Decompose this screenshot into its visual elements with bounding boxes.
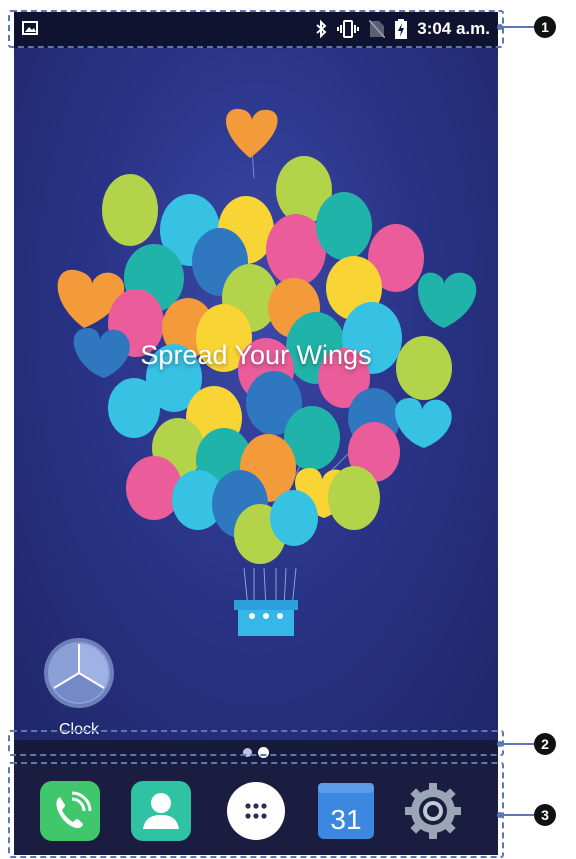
callout-number-3: 3 bbox=[534, 804, 556, 826]
callout-frame-dock bbox=[8, 762, 504, 858]
callout-number-2: 2 bbox=[534, 733, 556, 755]
clock-widget[interactable]: Clock bbox=[40, 636, 118, 739]
callout-line-3 bbox=[500, 814, 534, 816]
home-wallpaper: Spread Your Wings Clock bbox=[14, 48, 498, 742]
callout-line-2 bbox=[500, 743, 534, 745]
callout-line-1 bbox=[500, 26, 534, 28]
callout-frame-status-bar bbox=[8, 10, 504, 48]
wallpaper-tagline: Spread Your Wings bbox=[140, 340, 372, 370]
phone-screen: 3:04 a.m. Spread Your Wings Clock 31 bbox=[14, 12, 498, 855]
clock-icon bbox=[44, 638, 114, 708]
callout-frame-page-indicator bbox=[8, 730, 504, 756]
callout-number-1: 1 bbox=[534, 16, 556, 38]
